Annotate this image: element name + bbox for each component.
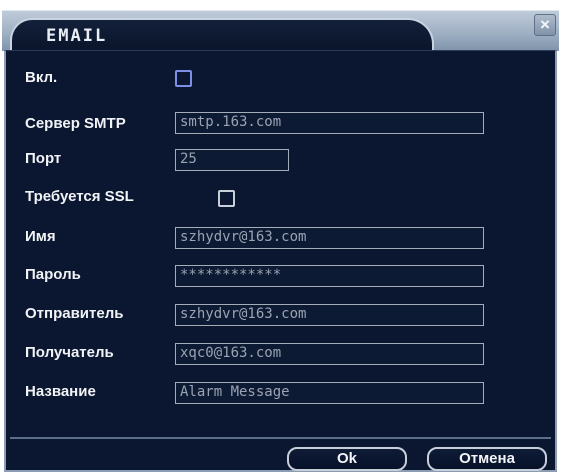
ok-button[interactable]: Ok bbox=[287, 447, 407, 471]
password-label: Пароль bbox=[25, 266, 81, 283]
port-label: Порт bbox=[25, 150, 62, 167]
smtp-server-label: Сервер SMTP bbox=[25, 115, 126, 132]
password-input[interactable]: ************ bbox=[175, 265, 484, 287]
ssl-checkbox[interactable] bbox=[218, 190, 235, 207]
smtp-server-input[interactable]: smtp.163.com bbox=[175, 112, 484, 134]
cancel-button[interactable]: Отмена bbox=[427, 447, 547, 471]
footer-divider bbox=[10, 437, 551, 439]
ssl-label: Требуется SSL bbox=[25, 188, 134, 205]
title-tab: EMAIL bbox=[10, 18, 434, 50]
subject-label: Название bbox=[25, 383, 96, 400]
close-button[interactable]: × bbox=[534, 14, 556, 36]
username-label: Имя bbox=[25, 228, 56, 245]
port-input[interactable]: 25 bbox=[175, 149, 289, 171]
sender-label: Отправитель bbox=[25, 305, 124, 322]
email-settings-window: EMAIL × Вкл. Сервер SMTP smtp.163.com По… bbox=[0, 0, 561, 475]
sender-input[interactable]: szhydvr@163.com bbox=[175, 304, 484, 326]
recipient-label: Получатель bbox=[25, 344, 114, 361]
recipient-input[interactable]: xqc0@163.com bbox=[175, 343, 484, 365]
subject-input[interactable]: Alarm Message bbox=[175, 382, 484, 404]
window-title: EMAIL bbox=[46, 26, 108, 46]
enable-label: Вкл. bbox=[25, 69, 58, 86]
enable-checkbox[interactable] bbox=[175, 70, 192, 87]
username-input[interactable]: szhydvr@163.com bbox=[175, 227, 484, 249]
